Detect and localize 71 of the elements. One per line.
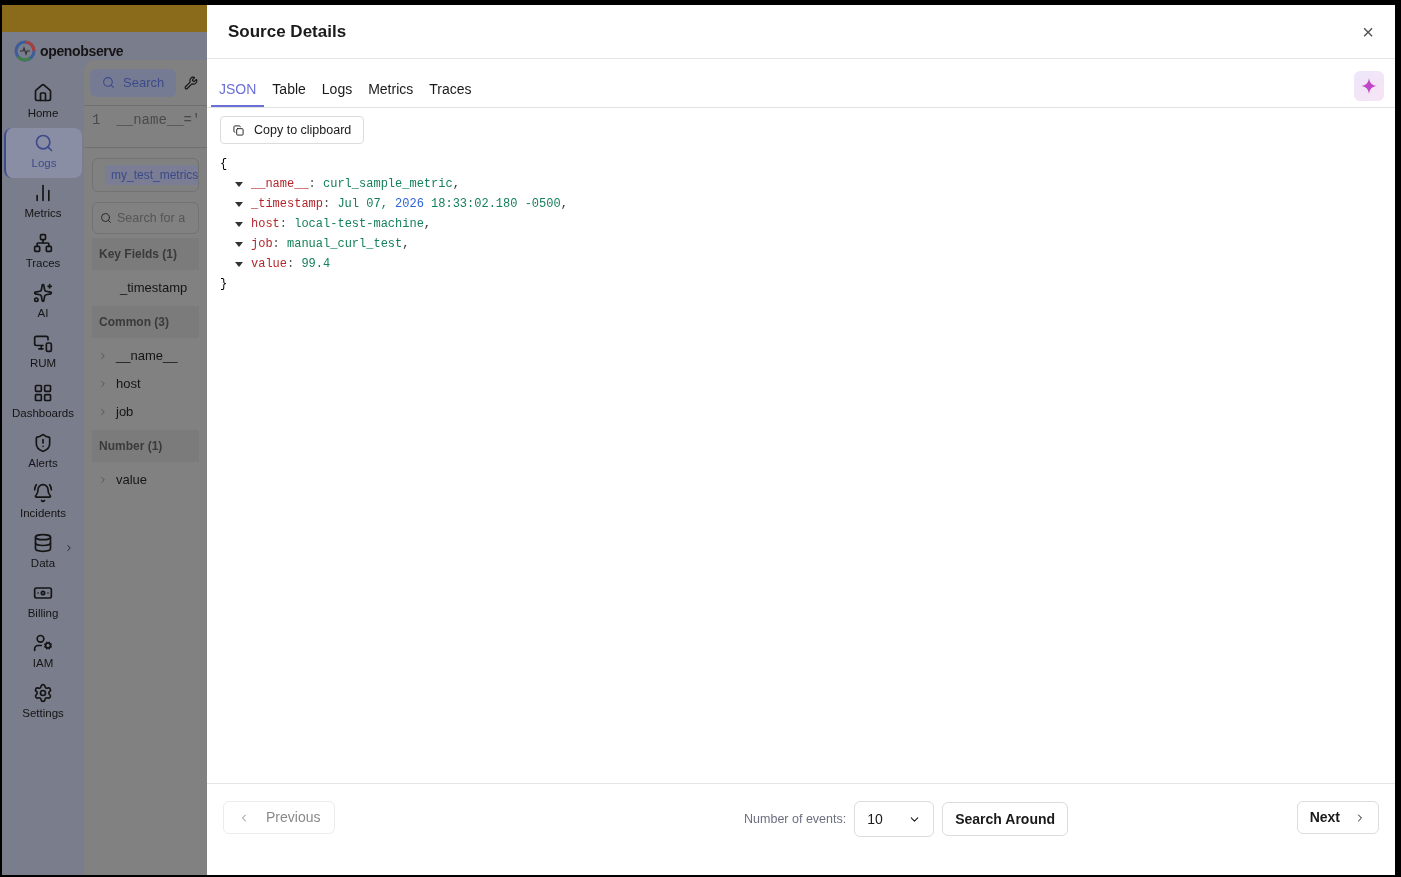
- user-gear-icon: [33, 633, 53, 654]
- tab[interactable]: JSON: [211, 73, 265, 107]
- events-select[interactable]: 10: [854, 801, 935, 837]
- shield-icon: [33, 433, 53, 454]
- bar-chart-icon: [33, 183, 53, 204]
- caret-icon[interactable]: [235, 181, 243, 187]
- events-label: Number of events:: [744, 810, 847, 828]
- settings-icon: [33, 683, 53, 704]
- json-line: __name__: curl_sample_metric,: [251, 176, 460, 193]
- tab[interactable]: Logs: [313, 73, 361, 107]
- nav-item[interactable]: Traces: [4, 228, 82, 278]
- search-icon: [34, 133, 54, 154]
- nav-item[interactable]: Incidents: [4, 478, 82, 528]
- tab[interactable]: Metrics: [360, 73, 422, 107]
- field-item[interactable]: value: [92, 466, 199, 494]
- chevron-icon: [98, 351, 108, 361]
- nodes-icon: [33, 233, 53, 254]
- nav-item[interactable]: Metrics: [4, 178, 82, 228]
- json-brace: }: [220, 276, 228, 293]
- field-group-header[interactable]: Key Fields (1): [92, 238, 199, 270]
- bell-icon: [33, 483, 53, 504]
- json-brace: {: [220, 156, 228, 173]
- nav-item[interactable]: Settings: [4, 678, 82, 728]
- home-icon: [33, 83, 53, 104]
- database-icon: [33, 533, 53, 554]
- nav-item[interactable]: Dashboards: [4, 378, 82, 428]
- logo-icon: [14, 40, 36, 62]
- search-icon: [100, 212, 112, 224]
- field-item[interactable]: __name__: [92, 342, 199, 370]
- json-line: job: manual_curl_test,: [251, 236, 410, 253]
- nav-item[interactable]: RUM: [4, 328, 82, 378]
- ai-button[interactable]: [1354, 71, 1384, 101]
- field-group-header[interactable]: Number (1): [92, 430, 199, 462]
- close-button[interactable]: ×: [1362, 21, 1374, 42]
- field-item[interactable]: host: [92, 370, 199, 398]
- field-item[interactable]: _timestamp: [92, 274, 199, 302]
- wrench-icon[interactable]: [184, 75, 199, 90]
- grid-icon: [33, 383, 53, 404]
- sparkles-icon: [33, 283, 53, 304]
- caret-icon[interactable]: [235, 241, 243, 247]
- logo-text: openobserve: [40, 41, 124, 61]
- json-line: _timestamp: Jul 07, 2026 18:33:02.180 -0500,: [251, 196, 568, 213]
- nav-item[interactable]: Home: [4, 78, 82, 128]
- json-line: host: local-test-machine,: [251, 216, 432, 233]
- nav-item[interactable]: AI: [4, 278, 82, 328]
- chevron-icon: [64, 543, 74, 553]
- nav-item[interactable]: Billing: [4, 578, 82, 628]
- sparkle-icon: [1361, 78, 1377, 94]
- json-line: value: 99.4: [251, 256, 331, 273]
- search-around-button[interactable]: Search Around: [942, 802, 1069, 836]
- nav-item[interactable]: Alerts: [4, 428, 82, 478]
- devices-icon: [33, 333, 53, 354]
- chevron-icon: [98, 379, 108, 389]
- dialog-title: Source Details: [228, 20, 347, 43]
- copy-icon: [233, 124, 244, 136]
- nav-item[interactable]: Data: [4, 528, 82, 578]
- stream-chip: my_test_metrics: [105, 165, 198, 185]
- chevron-icon: [98, 475, 108, 485]
- tab[interactable]: Traces: [421, 73, 480, 107]
- search-icon: [102, 76, 115, 89]
- copy-button[interactable]: Copy to clipboard: [220, 116, 365, 144]
- nav-item[interactable]: IAM: [4, 628, 82, 678]
- next-button[interactable]: Next: [1296, 801, 1379, 834]
- caret-icon[interactable]: [235, 221, 243, 227]
- caret-icon[interactable]: [235, 261, 243, 267]
- caret-icon[interactable]: [235, 201, 243, 207]
- field-item[interactable]: job: [92, 398, 199, 426]
- chevron-icon: [98, 407, 108, 417]
- field-group-header[interactable]: Common (3): [92, 306, 199, 338]
- tab[interactable]: Table: [264, 73, 314, 107]
- nav-item[interactable]: Logs: [4, 128, 82, 178]
